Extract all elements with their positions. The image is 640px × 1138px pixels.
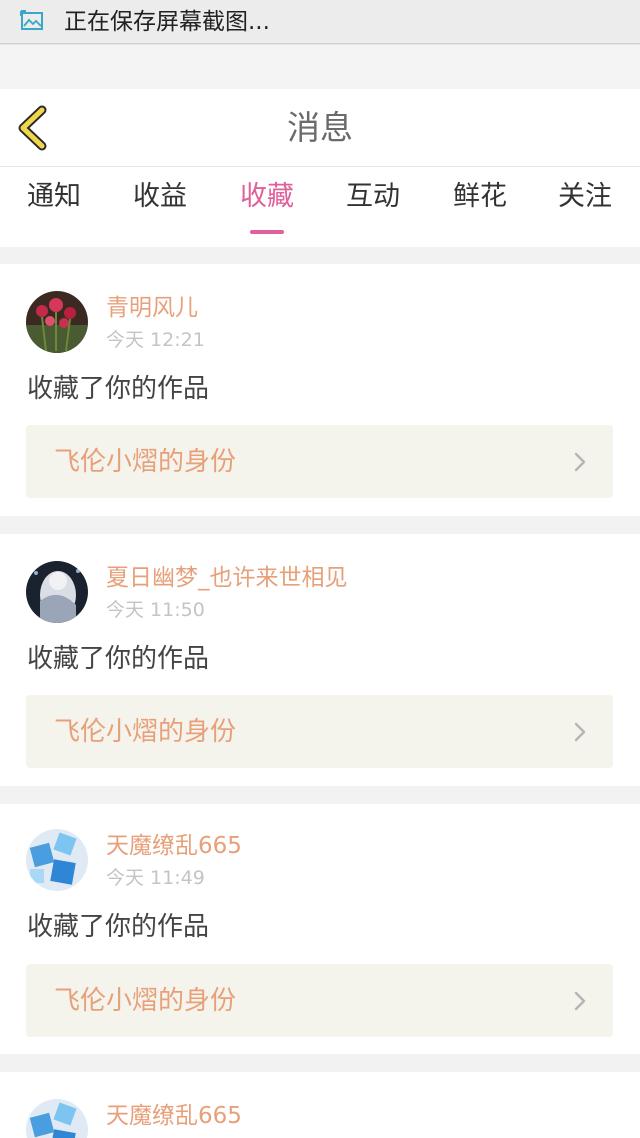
- work-link[interactable]: 飞伦小熠的身份: [26, 964, 613, 1037]
- timestamp: 今天 11:49: [106, 867, 205, 889]
- avatar[interactable]: [26, 829, 88, 891]
- action-text: 收藏了你的作品: [27, 374, 210, 404]
- page-title: 消息: [287, 108, 353, 147]
- work-title: 飞伦小熠的身份: [54, 447, 237, 477]
- username[interactable]: 天魔缭乱665: [106, 831, 242, 861]
- header-spacer: [0, 45, 640, 89]
- tab-flowers[interactable]: 鲜花: [435, 177, 525, 237]
- work-link[interactable]: 飞伦小熠的身份: [26, 695, 613, 768]
- screenshot-icon: [20, 10, 43, 30]
- tab-label: 收藏: [240, 181, 294, 212]
- work-title: 飞伦小熠的身份: [54, 986, 237, 1016]
- chevron-right-icon: [574, 991, 586, 1011]
- tab-interactions[interactable]: 互动: [328, 177, 418, 237]
- avatar[interactable]: [26, 291, 88, 353]
- username[interactable]: 青明风儿: [106, 293, 198, 323]
- username[interactable]: 夏日幽梦_也许来世相见: [106, 563, 348, 593]
- work-link[interactable]: 飞伦小熠的身份: [26, 425, 613, 498]
- tab-following[interactable]: 关注: [540, 177, 630, 237]
- status-text: 正在保存屏幕截图...: [64, 9, 270, 35]
- chevron-right-icon: [574, 722, 586, 742]
- chevron-right-icon: [574, 452, 586, 472]
- action-text: 收藏了你的作品: [27, 644, 210, 674]
- status-bar: 正在保存屏幕截图...: [0, 0, 640, 44]
- timestamp: 今天 11:50: [106, 599, 205, 621]
- tab-label: 鲜花: [453, 181, 507, 212]
- tab-bar: 通知 收益 收藏 互动 鲜花 关注: [0, 167, 640, 247]
- page-header: 消息: [0, 89, 640, 167]
- tab-earnings[interactable]: 收益: [115, 177, 205, 237]
- message-card: 天魔缭乱665: [0, 1072, 640, 1138]
- work-title: 飞伦小熠的身份: [54, 717, 237, 747]
- tab-label: 互动: [346, 181, 400, 212]
- timestamp: 今天 12:21: [106, 329, 205, 351]
- message-card: 天魔缭乱665 今天 11:49 收藏了你的作品 飞伦小熠的身份: [0, 804, 640, 1054]
- tab-favorites[interactable]: 收藏: [222, 177, 312, 237]
- username[interactable]: 天魔缭乱665: [106, 1101, 242, 1131]
- tab-label: 通知: [27, 181, 81, 212]
- message-card: 青明风儿 今天 12:21 收藏了你的作品 飞伦小熠的身份: [0, 264, 640, 516]
- tab-label: 收益: [133, 181, 187, 212]
- active-tab-indicator: [250, 230, 284, 234]
- avatar[interactable]: [26, 561, 88, 623]
- message-card: 夏日幽梦_也许来世相见 今天 11:50 收藏了你的作品 飞伦小熠的身份: [0, 534, 640, 786]
- tab-notifications[interactable]: 通知: [9, 177, 99, 237]
- tab-label: 关注: [558, 181, 612, 212]
- action-text: 收藏了你的作品: [27, 912, 210, 942]
- avatar[interactable]: [26, 1099, 88, 1138]
